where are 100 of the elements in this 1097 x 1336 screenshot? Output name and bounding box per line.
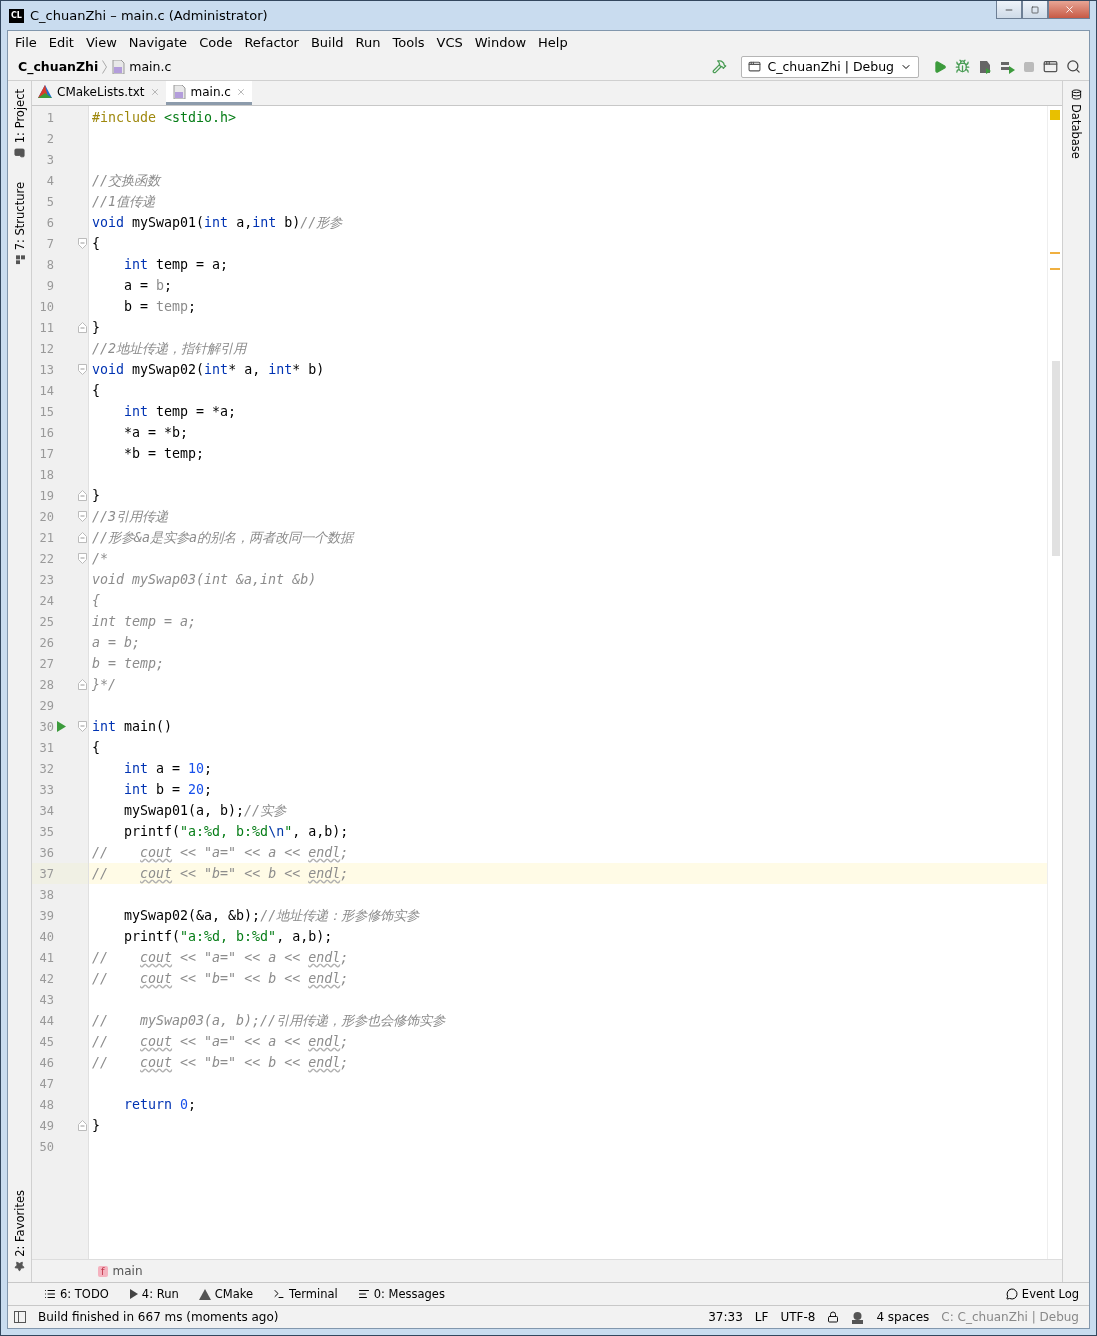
code-line: mySwap02(&a, &b);//地址传递：形参修饰实参	[123, 906, 421, 925]
tool-window-tab[interactable]: 2: Favorites	[12, 1188, 27, 1274]
menu-item[interactable]: Build	[305, 34, 349, 50]
menu-item[interactable]: Code	[194, 34, 238, 50]
line-number: 13	[38, 362, 54, 377]
line-number: 11	[38, 320, 54, 335]
close-button[interactable]	[1048, 1, 1090, 19]
menu-item[interactable]: Help	[533, 34, 573, 50]
menu-item[interactable]: Navigate	[123, 34, 193, 50]
line-separator[interactable]: LF	[754, 1310, 769, 1324]
fold-icon[interactable]	[78, 322, 87, 333]
c-file-icon	[171, 84, 186, 99]
line-number: 46	[38, 1055, 54, 1070]
breadcrumb-item[interactable]: C_chuanZhi	[18, 59, 99, 74]
fold-icon[interactable]	[78, 679, 87, 690]
breadcrumb-item[interactable]: main	[112, 1264, 143, 1278]
line-number: 8	[45, 257, 54, 272]
tool-window-tab[interactable]: 0: Messages	[357, 1287, 445, 1301]
close-icon[interactable]	[149, 86, 160, 97]
fold-icon[interactable]	[78, 511, 87, 522]
c-file-icon	[111, 59, 126, 74]
code-line: // cout << "a=" << a << endl;	[91, 845, 350, 860]
line-number: 33	[38, 782, 54, 797]
fold-icon[interactable]	[78, 1120, 87, 1131]
fold-icon[interactable]	[78, 721, 87, 732]
run-config-dropdown[interactable]: C_chuanZhi | Debug	[741, 55, 919, 78]
line-number: 3	[45, 152, 54, 167]
inspector-icon[interactable]	[851, 1310, 865, 1324]
code-line: }*/	[91, 677, 118, 692]
line-number: 49	[38, 1118, 54, 1133]
line-number: 5	[45, 194, 54, 209]
fold-icon[interactable]	[78, 364, 87, 375]
code-line: int temp = a;	[91, 614, 198, 629]
code-line: // cout << "b=" << b << endl;	[91, 866, 350, 881]
line-number: 19	[38, 488, 54, 503]
code-line: void mySwap02(int* a, int* b)	[91, 362, 326, 377]
line-number: 2	[45, 131, 54, 146]
fold-icon[interactable]	[78, 490, 87, 501]
menu-item[interactable]: Window	[469, 34, 532, 50]
menu-item[interactable]: View	[80, 34, 122, 50]
menu-item[interactable]: Refactor	[239, 34, 304, 50]
tool-window-tab[interactable]: 4: Run	[128, 1287, 179, 1301]
menu-item[interactable]: Edit	[43, 34, 79, 50]
code-line: b = temp;	[91, 656, 166, 671]
window-title: C_chuanZhi – main.c (Administrator)	[29, 8, 269, 23]
line-number: 42	[38, 971, 54, 986]
event-log-button[interactable]: Event Log	[1005, 1287, 1079, 1301]
indent-setting[interactable]: 4 spaces	[876, 1310, 930, 1324]
code-line: int main()	[91, 719, 174, 734]
menu-item[interactable]: Tools	[387, 34, 430, 50]
code-line: {	[91, 236, 101, 251]
code-line: // cout << "b=" << b << endl;	[91, 1055, 350, 1070]
editor-tab[interactable]: main.c	[165, 81, 252, 105]
code-line: return 0;	[123, 1097, 198, 1112]
tool-window-tab[interactable]: 7: Structure	[12, 180, 27, 267]
line-number: 4	[45, 173, 54, 188]
tool-window-tab[interactable]: Database	[1069, 87, 1083, 161]
tool-window-tab[interactable]: 6: TODO	[44, 1287, 109, 1301]
code-line: /*	[91, 551, 109, 566]
code-line: }	[91, 488, 101, 503]
line-number: 40	[38, 929, 54, 944]
menu-item[interactable]: VCS	[431, 34, 468, 50]
breadcrumb-item[interactable]: main.c	[129, 59, 172, 74]
messages-icon	[357, 1288, 370, 1300]
code-line: {	[91, 740, 101, 755]
app-logo: CL	[9, 8, 24, 23]
code-line: // cout << "b=" << b << endl;	[91, 971, 350, 986]
maximize-button[interactable]	[1022, 1, 1048, 19]
line-number: 6	[45, 215, 54, 230]
line-number: 35	[38, 824, 54, 839]
tool-window-tab[interactable]: CMake	[198, 1287, 254, 1301]
code-line: {	[91, 383, 101, 398]
code-line: int temp = a;	[123, 257, 230, 272]
fold-icon[interactable]	[78, 553, 87, 564]
code-line: int temp = *a;	[123, 404, 238, 419]
lock-icon[interactable]	[827, 1311, 840, 1323]
menu-item[interactable]: File	[10, 34, 42, 50]
fold-icon[interactable]	[78, 532, 87, 543]
fold-icon[interactable]	[78, 238, 87, 249]
line-number: 29	[38, 698, 54, 713]
editor-tab[interactable]: CMakeLists.txt	[32, 81, 166, 105]
minimize-button[interactable]	[996, 1, 1022, 19]
line-number: 37	[38, 866, 54, 881]
tool-window-tab[interactable]: 1: Project	[12, 87, 27, 161]
structure-icon	[14, 254, 25, 265]
run-icon[interactable]	[56, 721, 66, 732]
cmake-icon	[38, 85, 52, 98]
line-number: 7	[45, 236, 54, 251]
code-line: a = b;	[123, 278, 174, 293]
database-icon	[1070, 89, 1082, 100]
encoding[interactable]: UTF-8	[780, 1310, 816, 1324]
code-line: }	[91, 320, 101, 335]
tool-window-tab[interactable]: Terminal	[273, 1287, 338, 1301]
line-number: 45	[38, 1034, 54, 1049]
close-icon[interactable]	[235, 86, 246, 97]
star-icon	[14, 1261, 25, 1272]
scrollbar[interactable]	[1047, 106, 1062, 1259]
menu-item[interactable]: Run	[350, 34, 386, 50]
cursor-position[interactable]: 37:33	[708, 1310, 743, 1324]
line-number: 15	[38, 404, 54, 419]
